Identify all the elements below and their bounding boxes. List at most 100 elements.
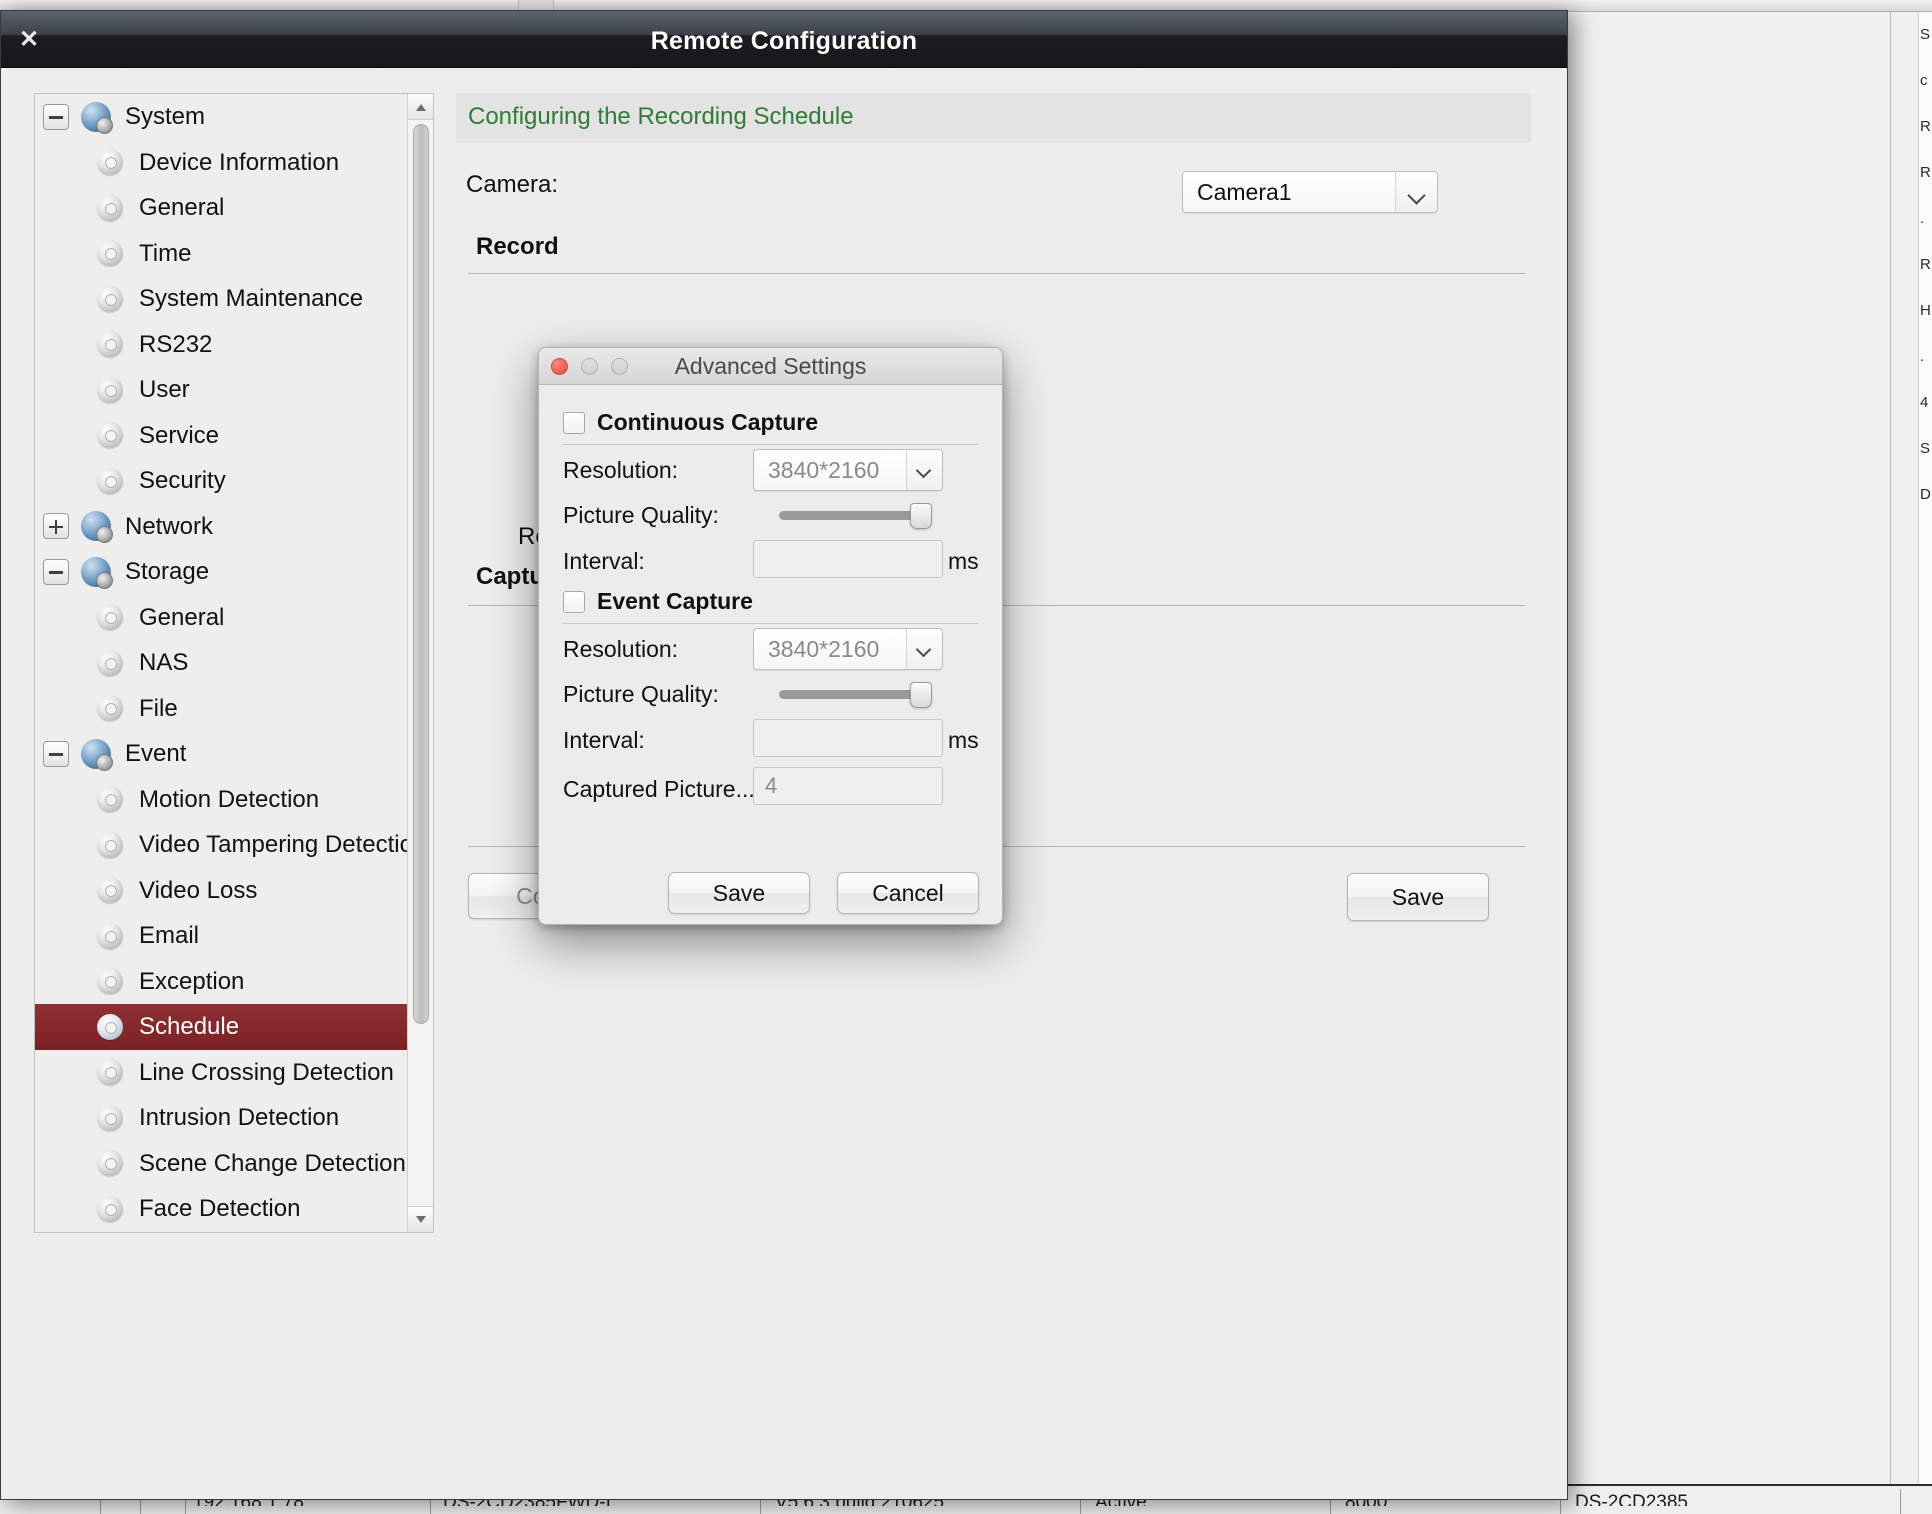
event-quality-slider[interactable] bbox=[779, 690, 921, 699]
background-glyph: H bbox=[1919, 288, 1932, 334]
background-glyph: R bbox=[1919, 242, 1932, 288]
tree-item-video-tampering-detection[interactable]: Video Tampering Detection bbox=[35, 822, 434, 868]
continuous-interval-unit: ms bbox=[948, 548, 979, 575]
background-glyph: R bbox=[1919, 104, 1932, 150]
background-right-text-strip: ScRR.RH.4SD bbox=[1918, 12, 1932, 1484]
continuous-resolution-select[interactable]: 3840*2160 bbox=[753, 449, 943, 491]
window-title-bar: ✕ Remote Configuration bbox=[1, 11, 1567, 68]
configuration-tree-panel: SystemDevice InformationGeneralTimeSyste… bbox=[34, 93, 434, 1233]
event-resolution-select[interactable]: 3840*2160 bbox=[753, 628, 943, 670]
tree-item-system[interactable]: System bbox=[35, 94, 434, 140]
tree-item-label: Time bbox=[139, 231, 191, 277]
continuous-quality-slider[interactable] bbox=[779, 511, 921, 520]
expand-icon[interactable] bbox=[43, 513, 69, 539]
tree-item-user[interactable]: User bbox=[35, 367, 434, 413]
tree-item-label: Device Information bbox=[139, 140, 339, 186]
event-capture-row[interactable]: Event Capture bbox=[563, 588, 753, 615]
tree-item-security[interactable]: Security bbox=[35, 458, 434, 504]
tree-item-video-loss[interactable]: Video Loss bbox=[35, 868, 434, 914]
camera-select-value: Camera1 bbox=[1197, 172, 1292, 212]
event-quality-label: Picture Quality: bbox=[563, 681, 719, 708]
slider-knob[interactable] bbox=[910, 503, 932, 529]
continuous-capture-row[interactable]: Continuous Capture bbox=[563, 409, 818, 436]
camera-row: Camera: Camera1 bbox=[466, 171, 558, 199]
dialog-cancel-button[interactable]: Cancel bbox=[837, 872, 979, 914]
tree-item-device-information[interactable]: Device Information bbox=[35, 140, 434, 186]
tree-item-motion-detection[interactable]: Motion Detection bbox=[35, 777, 434, 823]
tree-item-nas[interactable]: NAS bbox=[35, 640, 434, 686]
globe-icon bbox=[81, 739, 111, 769]
tree-item-general[interactable]: General bbox=[35, 595, 434, 641]
tree-item-label: General bbox=[139, 595, 224, 641]
gear-icon bbox=[97, 468, 123, 494]
tree-item-rs232[interactable]: RS232 bbox=[35, 322, 434, 368]
tree-item-service[interactable]: Service bbox=[35, 413, 434, 459]
gear-icon bbox=[97, 286, 123, 312]
background-glyph: D bbox=[1919, 472, 1932, 518]
tree-item-event[interactable]: Event bbox=[35, 731, 434, 777]
continuous-capture-label: Continuous Capture bbox=[597, 409, 818, 436]
tree-item-label: Line Crossing Detection bbox=[139, 1050, 394, 1096]
camera-select[interactable]: Camera1 bbox=[1182, 171, 1438, 213]
window-title: Remote Configuration bbox=[1, 27, 1567, 56]
dialog-save-button[interactable]: Save bbox=[668, 872, 810, 914]
dialog-close-icon[interactable] bbox=[551, 358, 568, 375]
tree-scrollbar[interactable] bbox=[407, 94, 433, 1232]
tree-item-time[interactable]: Time bbox=[35, 231, 434, 277]
tree-item-file[interactable]: File bbox=[35, 686, 434, 732]
tree-item-intrusion-detection[interactable]: Intrusion Detection bbox=[35, 1095, 434, 1141]
tree-item-schedule[interactable]: Schedule bbox=[35, 1004, 434, 1050]
background-glyph: c bbox=[1919, 58, 1932, 104]
continuous-interval-input[interactable] bbox=[753, 540, 943, 578]
tree-item-label: Intrusion Detection bbox=[139, 1095, 339, 1141]
tree-item-exception[interactable]: Exception bbox=[35, 959, 434, 1005]
tree-item-label: System Maintenance bbox=[139, 276, 363, 322]
configuration-tree: SystemDevice InformationGeneralTimeSyste… bbox=[35, 94, 434, 1232]
tree-item-face-detection[interactable]: Face Detection bbox=[35, 1186, 434, 1232]
event-capture-checkbox[interactable] bbox=[563, 591, 585, 613]
tree-item-label: Network bbox=[125, 504, 213, 550]
tree-item-general[interactable]: General bbox=[35, 185, 434, 231]
tree-item-label: General bbox=[139, 185, 224, 231]
gear-icon bbox=[97, 240, 123, 266]
captured-picture-number-label: Captured Picture... bbox=[563, 776, 755, 803]
event-section-divider bbox=[563, 623, 978, 624]
tree-scrollbar-thumb[interactable] bbox=[413, 124, 429, 1024]
dialog-minimize-icon[interactable] bbox=[581, 358, 598, 375]
dialog-title-bar: Advanced Settings bbox=[539, 348, 1002, 385]
save-button[interactable]: Save bbox=[1347, 873, 1489, 921]
gear-icon bbox=[97, 695, 123, 721]
collapse-icon[interactable] bbox=[43, 559, 69, 585]
gear-icon bbox=[97, 832, 123, 858]
gear-icon bbox=[97, 1196, 123, 1222]
background-glyph: R bbox=[1919, 150, 1932, 196]
slider-knob[interactable] bbox=[910, 682, 932, 708]
event-interval-input[interactable] bbox=[753, 719, 943, 757]
tree-item-network[interactable]: Network bbox=[35, 504, 434, 550]
gear-icon bbox=[97, 1150, 123, 1176]
captured-picture-number-input[interactable]: 4 bbox=[753, 767, 943, 805]
tree-item-label: Email bbox=[139, 913, 199, 959]
tree-item-system-maintenance[interactable]: System Maintenance bbox=[35, 276, 434, 322]
gear-icon bbox=[97, 1014, 123, 1040]
chevron-down-icon[interactable] bbox=[906, 450, 942, 490]
tree-item-label: File bbox=[139, 686, 178, 732]
scroll-up-arrow-icon[interactable] bbox=[408, 94, 434, 120]
chevron-down-icon[interactable] bbox=[906, 629, 942, 669]
tree-item-line-crossing-detection[interactable]: Line Crossing Detection bbox=[35, 1050, 434, 1096]
chevron-down-icon[interactable] bbox=[1395, 172, 1437, 212]
gear-icon bbox=[97, 650, 123, 676]
scroll-down-arrow-icon[interactable] bbox=[408, 1206, 434, 1232]
tree-item-label: Video Loss bbox=[139, 868, 257, 914]
dialog-maximize-icon[interactable] bbox=[611, 358, 628, 375]
continuous-capture-checkbox[interactable] bbox=[563, 412, 585, 434]
tree-item-label: Storage bbox=[125, 549, 209, 595]
background-glyph: S bbox=[1919, 12, 1932, 58]
collapse-icon[interactable] bbox=[43, 741, 69, 767]
tree-item-email[interactable]: Email bbox=[35, 913, 434, 959]
tree-item-scene-change-detection[interactable]: Scene Change Detection bbox=[35, 1141, 434, 1187]
background-glyph: . bbox=[1919, 196, 1932, 242]
collapse-icon[interactable] bbox=[43, 104, 69, 130]
advanced-settings-dialog: Advanced Settings Continuous Capture Res… bbox=[538, 347, 1003, 925]
tree-item-storage[interactable]: Storage bbox=[35, 549, 434, 595]
